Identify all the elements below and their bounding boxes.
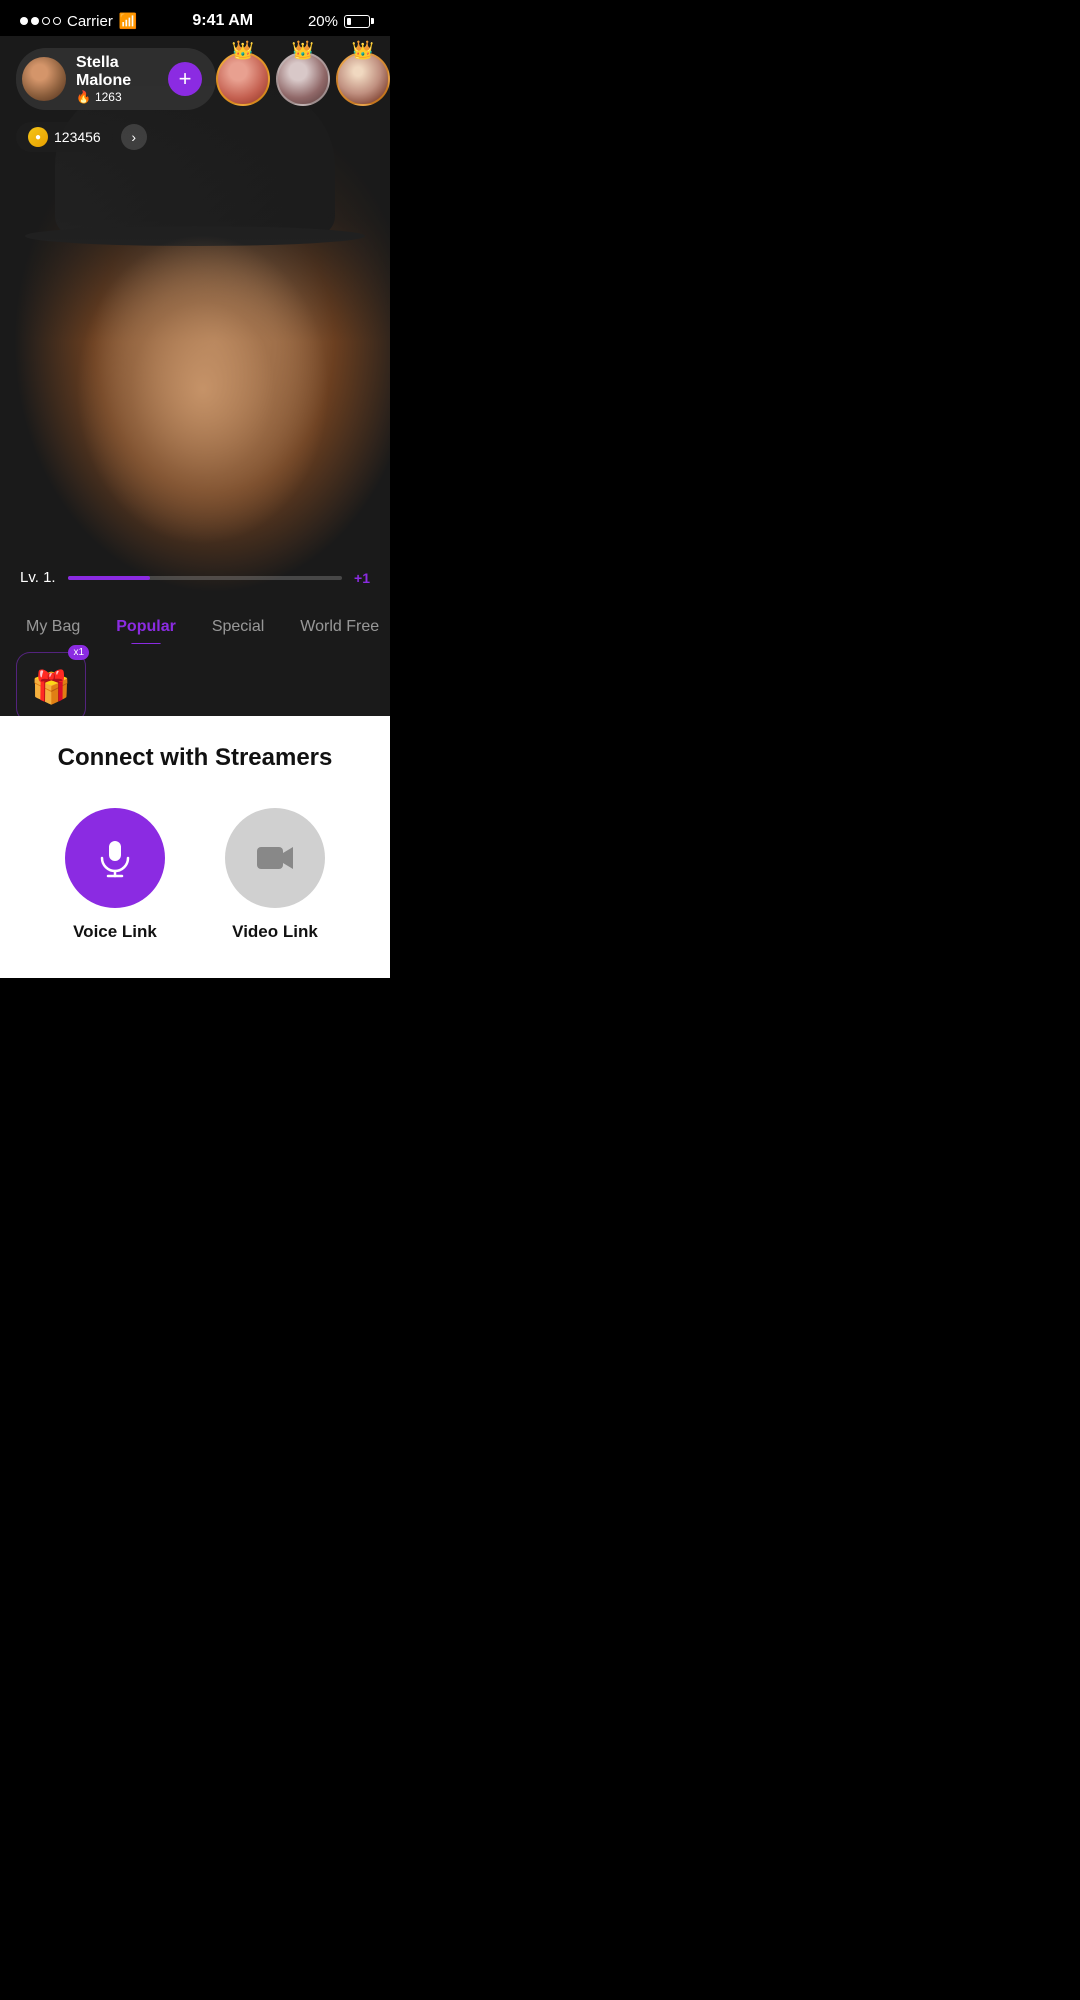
coin-badge: ● 123456 — [16, 122, 113, 152]
tabs-area: My Bag Popular Special World Free Fi — [0, 610, 390, 644]
connect-title: Connect with Streamers — [20, 744, 370, 772]
bottom-section: Connect with Streamers Voice Link — [0, 716, 390, 978]
gift-badge: x1 — [68, 645, 89, 660]
tab-world-free[interactable]: World Free — [284, 610, 380, 644]
video-link-button[interactable]: Video Link — [225, 808, 325, 942]
tab-my-bag[interactable]: My Bag — [10, 610, 96, 644]
progress-fill — [68, 576, 150, 580]
crown-user-3[interactable]: 👑 — [336, 52, 390, 106]
gift-preview: x1 🎁 — [0, 644, 390, 716]
level-bar-area: Lv. 1. +1 — [0, 569, 390, 586]
avatar — [22, 57, 66, 101]
crown-icon-3: 👑 — [352, 40, 374, 61]
status-bar: Carrier 📶 9:41 AM 20% — [0, 0, 390, 36]
voice-link-button[interactable]: Voice Link — [65, 808, 165, 942]
battery-icon — [344, 15, 370, 28]
status-time: 9:41 AM — [192, 12, 253, 29]
battery-percent: 20% — [308, 13, 338, 30]
carrier-label: Carrier — [67, 13, 113, 30]
crown-users-row: 👑 👑 👑 ✕ — [216, 52, 390, 106]
connect-buttons: Voice Link Video Link — [20, 808, 370, 942]
level-label: Lv. 1. — [20, 569, 56, 586]
crown-icon-1: 👑 — [232, 40, 254, 61]
wifi-icon: 📶 — [119, 12, 138, 30]
gift-item-1[interactable]: x1 🎁 — [16, 652, 86, 716]
voice-link-label: Voice Link — [73, 922, 157, 942]
crown-user-1[interactable]: 👑 — [216, 52, 270, 106]
video-link-label: Video Link — [232, 922, 318, 942]
user-name: Stella Malone — [76, 54, 158, 90]
progress-track — [68, 576, 342, 580]
add-button[interactable]: + — [168, 62, 202, 96]
level-plus: +1 — [354, 570, 370, 586]
coin-arrow[interactable]: › — [121, 124, 147, 150]
coin-icon: ● — [28, 127, 48, 147]
crown-user-2[interactable]: 👑 — [276, 52, 330, 106]
video-area: Stella Malone 🔥 1263 + 👑 👑 — [0, 36, 390, 716]
crown-icon-2: 👑 — [292, 40, 314, 61]
flame-count: 1263 — [95, 90, 122, 104]
coin-value: 123456 — [54, 129, 101, 145]
user-info-card: Stella Malone 🔥 1263 + — [16, 48, 216, 110]
tab-popular[interactable]: Popular — [100, 610, 192, 644]
tab-special[interactable]: Special — [196, 610, 280, 644]
flame-icon: 🔥 — [76, 90, 91, 104]
